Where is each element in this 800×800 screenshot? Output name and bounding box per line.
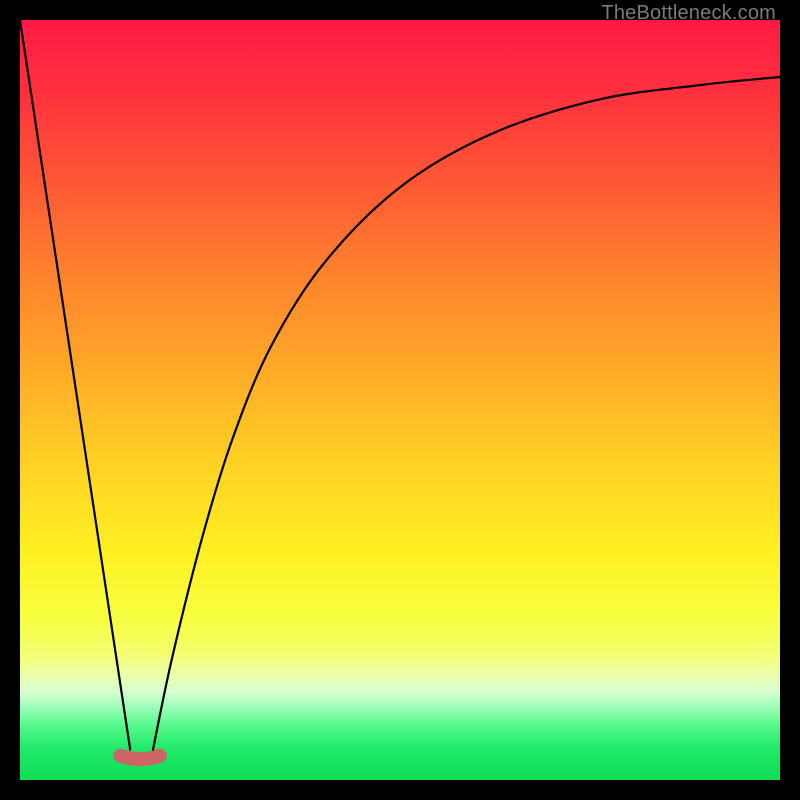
curve-layer: [20, 20, 780, 780]
curve-left-segment: [20, 20, 130, 750]
curve-right-segment: [153, 77, 780, 750]
plot-area: [20, 20, 780, 780]
valley-marker: [120, 756, 160, 760]
chart-stage: TheBottleneck.com: [0, 0, 800, 800]
watermark-text: TheBottleneck.com: [601, 2, 776, 25]
